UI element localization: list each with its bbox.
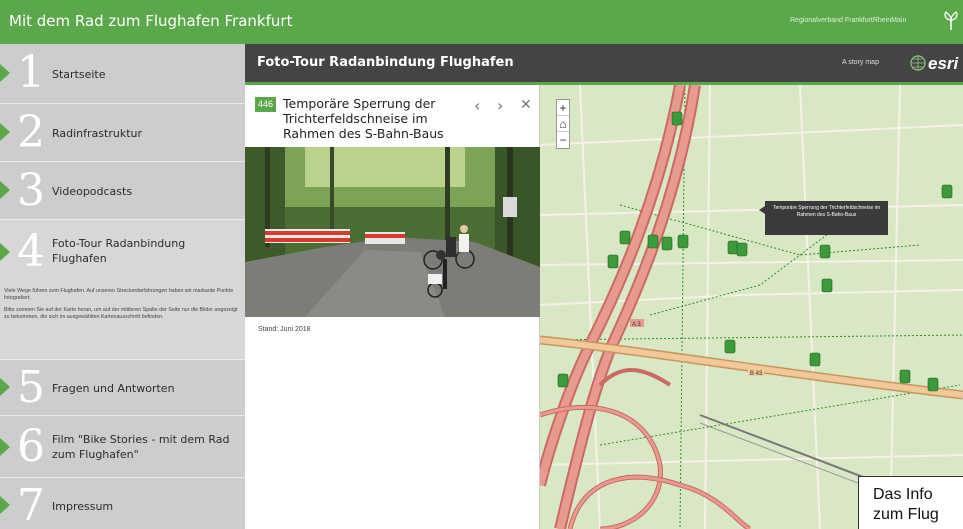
map-marker[interactable] — [927, 377, 939, 392]
entry-title: Temporäre Sperrung der Trichterfeldschne… — [283, 96, 444, 141]
nav-label: Startseite — [52, 68, 106, 81]
nav-item-startseite[interactable]: 1 Startseite — [0, 44, 245, 104]
nav-item-fragen[interactable]: 5 Fragen und Antworten — [0, 360, 245, 416]
chevron-right-icon — [0, 181, 10, 199]
nav-item-impressum[interactable]: 7 Impressum — [0, 478, 245, 529]
nav-number: 6 — [17, 421, 45, 472]
entry-number-badge: 446 — [255, 97, 276, 112]
map-marker[interactable] — [899, 369, 911, 384]
sidebar-nav: 1 Startseite 2 Radinfrastruktur 3 Videop… — [0, 44, 245, 529]
next-button[interactable]: › — [497, 96, 503, 115]
nav-number: 1 — [17, 47, 45, 98]
nav-label-line2: zum Flughafen" — [52, 448, 139, 461]
map-marker[interactable] — [736, 242, 748, 257]
nav-item-radinfrastruktur[interactable]: 2 Radinfrastruktur — [0, 104, 245, 162]
info-overlay: Das Info zum Flug — [858, 476, 963, 529]
esri-logo-text: esri — [928, 54, 960, 73]
zoom-in-button[interactable]: + — [557, 100, 569, 116]
nav-description-2: Bitte zoomen Sie auf der Karte heran, um… — [4, 307, 238, 320]
home-icon[interactable]: ⌂ — [557, 116, 569, 132]
nav-label-line2: Flughafen — [52, 252, 107, 265]
story-map-link[interactable]: A story map — [842, 59, 879, 66]
nav-number: 7 — [17, 480, 45, 529]
prev-button[interactable]: ‹ — [474, 96, 480, 115]
map-marker[interactable] — [809, 352, 821, 367]
nav-number: 4 — [17, 226, 45, 277]
map-marker[interactable] — [941, 184, 953, 199]
map-tooltip: Temporäre Sperrung der Trichterfeldschne… — [765, 201, 888, 235]
nav-description-1: Viele Wege führen zum Flughafen. Auf uns… — [4, 288, 234, 301]
nav-label-line1: Foto-Tour Radanbindung — [52, 237, 186, 250]
chevron-right-icon — [0, 123, 10, 141]
story-header: Foto-Tour Radanbindung Flughafen A story… — [245, 44, 963, 82]
nav-item-videopodcasts[interactable]: 3 Videopodcasts — [0, 162, 245, 220]
map-marker[interactable] — [724, 339, 736, 354]
chevron-right-icon — [0, 64, 10, 82]
info-overlay-line1: Das Info — [873, 486, 933, 503]
ivy-leaf-icon — [944, 11, 958, 30]
close-button[interactable]: ✕ — [520, 97, 532, 113]
chevron-right-icon — [0, 438, 10, 456]
zoom-out-button[interactable]: − — [557, 132, 569, 148]
map-marker[interactable] — [677, 234, 689, 249]
map-marker[interactable] — [647, 234, 659, 249]
map-zoom-control: + ⌂ − — [556, 99, 570, 149]
map-marker[interactable] — [821, 278, 833, 293]
map-marker[interactable] — [819, 244, 831, 259]
nav-label-line1: Film "Bike Stories - mit dem Rad — [52, 433, 230, 446]
road-label-a3: A 3 — [632, 322, 641, 328]
road-label-b43: B 43 — [750, 371, 763, 377]
nav-number: 3 — [17, 165, 45, 216]
nav-number: 2 — [17, 107, 45, 158]
nav-label: Videopodcasts — [52, 185, 133, 198]
map-marker[interactable] — [557, 373, 569, 388]
info-overlay-line2: zum Flug — [873, 506, 939, 523]
entry-photo[interactable] — [245, 147, 540, 317]
chevron-right-icon — [0, 496, 10, 514]
map-marker[interactable] — [671, 111, 683, 126]
map-marker[interactable] — [607, 254, 619, 269]
story-side-panel: 446 Temporäre Sperrung der Trichterfelds… — [245, 85, 540, 529]
map-marker[interactable] — [727, 240, 739, 255]
header-subtitle[interactable]: Regionalverband FrankfurtRheinMain — [790, 17, 906, 24]
nav-label: Radinfrastruktur — [52, 127, 143, 140]
map-marker[interactable] — [619, 230, 631, 245]
nav-item-foto-tour[interactable]: 4 Foto-Tour Radanbindung Flughafen Viele… — [0, 220, 245, 360]
top-header: Mit dem Rad zum Flughafen Frankfurt Regi… — [0, 0, 963, 44]
nav-item-film[interactable]: 6 Film "Bike Stories - mit dem Rad zum F… — [0, 416, 245, 478]
map-marker[interactable] — [661, 236, 673, 251]
chevron-right-icon — [0, 378, 10, 396]
app-root: Mit dem Rad zum Flughafen Frankfurt Regi… — [0, 0, 963, 529]
nav-number: 5 — [17, 362, 45, 413]
nav-label: Impressum — [52, 500, 114, 513]
map-view[interactable]: A 3 B 43 — [540, 85, 963, 529]
nav-label: Fragen und Antworten — [52, 382, 175, 395]
photo-caption: Stand: Juni 2018 — [258, 326, 311, 333]
story-title: Foto-Tour Radanbindung Flughafen — [257, 55, 514, 70]
chevron-right-icon — [0, 243, 10, 261]
site-title[interactable]: Mit dem Rad zum Flughafen Frankfurt — [9, 12, 292, 30]
esri-logo[interactable]: esri — [910, 51, 962, 75]
